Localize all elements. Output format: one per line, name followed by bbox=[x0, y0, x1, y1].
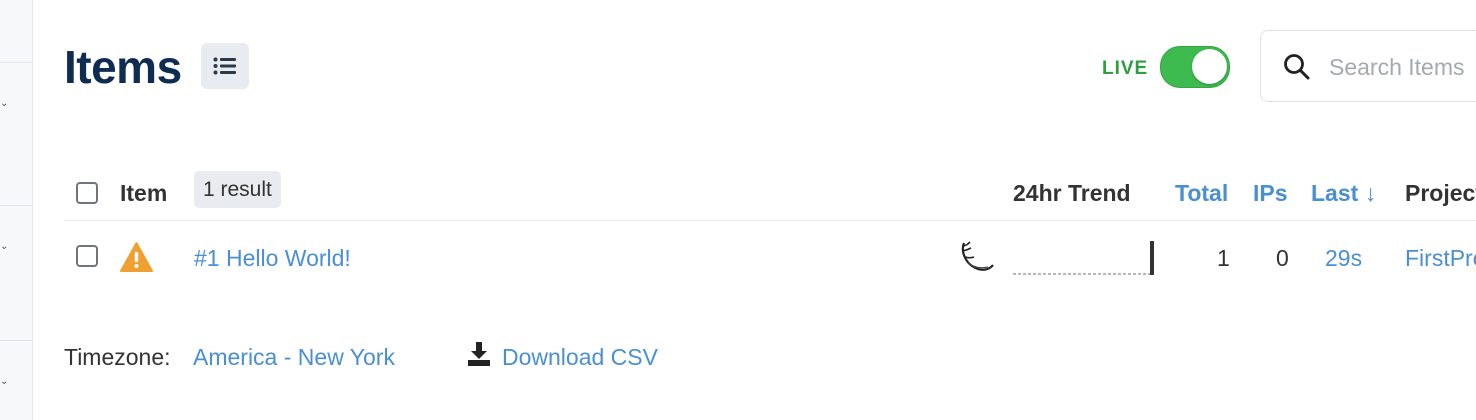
column-header-last[interactable]: Last ↓ bbox=[1311, 180, 1376, 207]
column-header-trend: 24hr Trend bbox=[1013, 180, 1131, 206]
sort-descending-icon: ↓ bbox=[1364, 180, 1377, 206]
timezone-link[interactable]: America - New York bbox=[193, 344, 395, 371]
live-toggle[interactable] bbox=[1160, 46, 1230, 88]
column-header-item[interactable]: Item bbox=[120, 180, 167, 207]
column-header-project[interactable]: Project bbox=[1405, 180, 1476, 207]
last-seen-link[interactable]: 29s bbox=[1325, 245, 1362, 272]
result-count-badge: 1 result bbox=[194, 171, 281, 208]
column-header-total[interactable]: Total bbox=[1175, 180, 1228, 207]
flask-icon bbox=[961, 241, 994, 271]
live-label: LIVE bbox=[1102, 58, 1149, 79]
total-count: 1 bbox=[1217, 245, 1230, 271]
left-sidebar-collapsed: ⌄ ⌄ ⌄ bbox=[0, 0, 33, 420]
list-view-button[interactable] bbox=[201, 43, 249, 89]
sidebar-divider bbox=[0, 62, 32, 63]
ips-count: 0 bbox=[1276, 245, 1289, 271]
column-header-last-label: Last bbox=[1311, 180, 1359, 206]
search-box bbox=[1260, 30, 1476, 102]
search-input[interactable] bbox=[1327, 51, 1476, 83]
timezone-label: Timezone: bbox=[64, 344, 171, 370]
item-title-link[interactable]: #1 Hello World! bbox=[194, 245, 351, 272]
chevron-down-icon[interactable]: ⌄ bbox=[0, 99, 8, 109]
chevron-down-icon[interactable]: ⌄ bbox=[0, 377, 8, 387]
download-icon[interactable] bbox=[467, 341, 491, 367]
sidebar-divider bbox=[0, 205, 32, 206]
list-icon bbox=[213, 57, 236, 75]
search-icon bbox=[1284, 54, 1310, 80]
trend-sparkline bbox=[1013, 241, 1154, 275]
page-title: Items bbox=[64, 41, 182, 93]
select-all-checkbox[interactable] bbox=[76, 182, 98, 204]
warning-icon bbox=[120, 242, 153, 272]
sidebar-divider bbox=[0, 340, 32, 341]
download-csv-link[interactable]: Download CSV bbox=[502, 344, 658, 371]
project-link[interactable]: FirstProject bbox=[1405, 245, 1476, 272]
chevron-down-icon[interactable]: ⌄ bbox=[0, 242, 8, 252]
row-checkbox[interactable] bbox=[76, 245, 98, 267]
table-header-divider bbox=[64, 220, 1476, 221]
column-header-ips[interactable]: IPs bbox=[1253, 180, 1288, 207]
toggle-knob bbox=[1192, 49, 1227, 84]
